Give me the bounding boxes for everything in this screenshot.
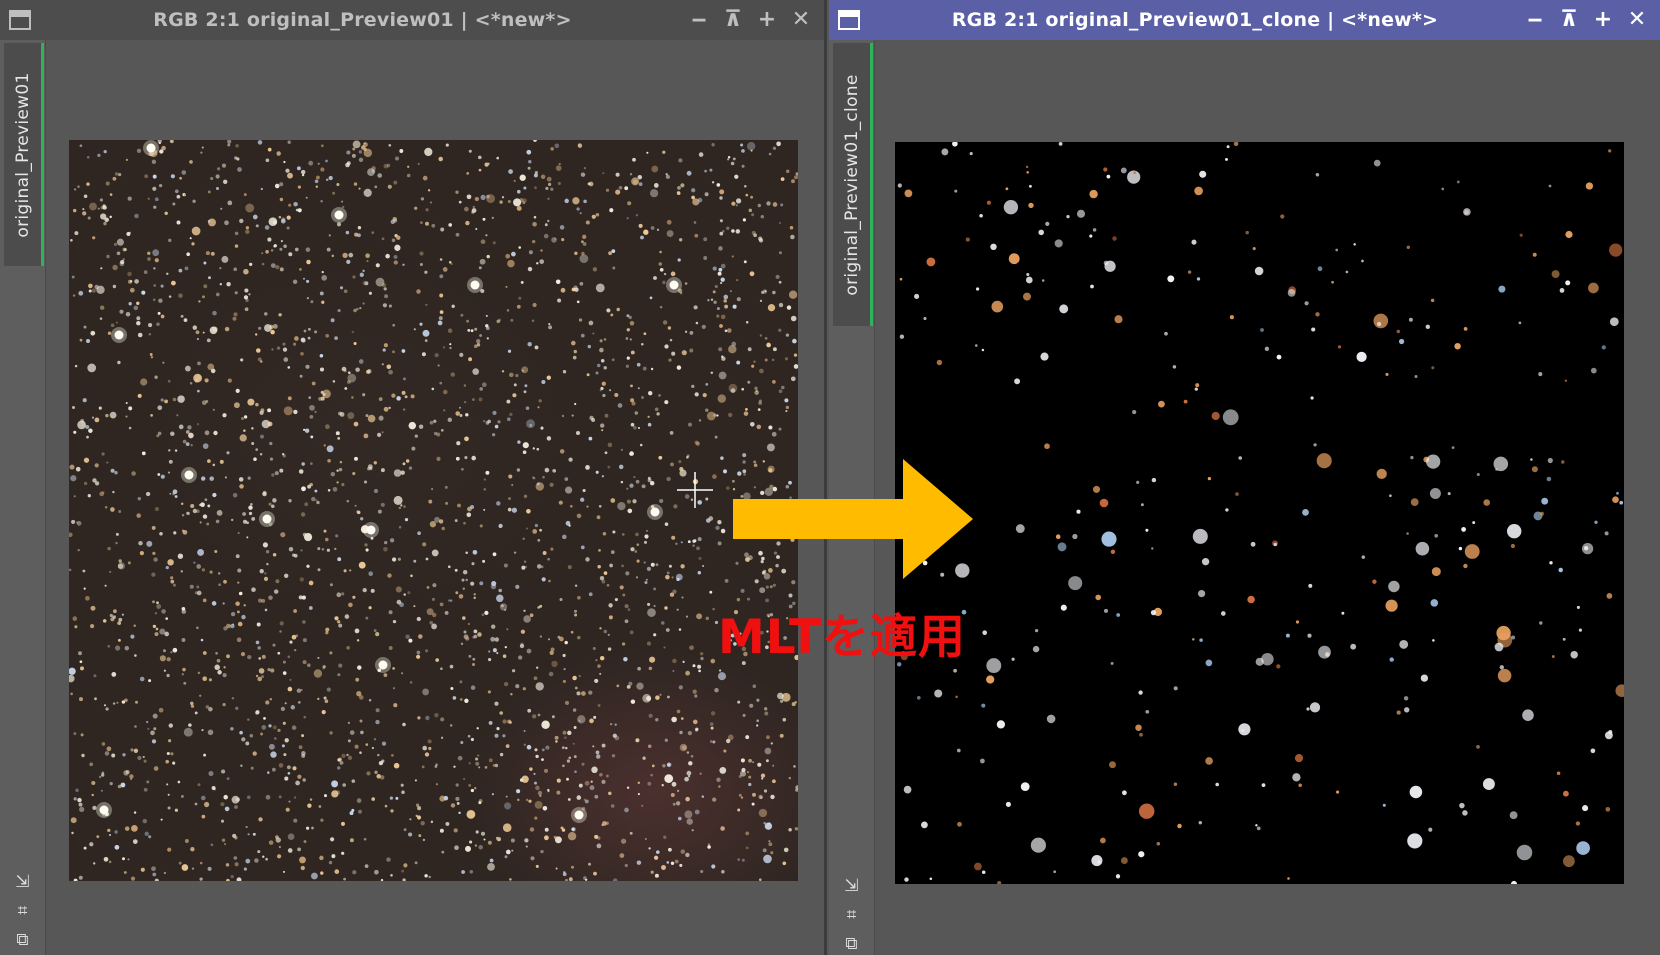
shade-button[interactable]: ⊼ (1554, 5, 1584, 35)
image-viewport-original[interactable] (69, 140, 798, 881)
arrow-right-icon (733, 459, 973, 579)
star-field-image (69, 140, 798, 881)
close-button[interactable]: ✕ (1622, 5, 1652, 35)
fit-view-icon[interactable]: ⇲ (15, 874, 29, 891)
shade-button[interactable]: ⊼ (718, 5, 748, 35)
minimize-button[interactable]: ‒ (1520, 5, 1550, 35)
window-titlebar[interactable]: RGB 2:1 original_Preview01 | <*new*> ‒ ⊼… (0, 0, 824, 40)
view-tab-label: original_Preview01_clone (841, 73, 862, 296)
zoom-frame-icon[interactable]: ⌗ (847, 907, 857, 924)
window-title: RGB 2:1 original_Preview01 | <*new*> (153, 9, 572, 31)
window-title: RGB 2:1 original_Preview01_clone | <*new… (951, 9, 1439, 31)
image-viewport-clone[interactable] (895, 142, 1624, 884)
maximize-button[interactable]: + (752, 5, 782, 35)
crosshair-cursor-icon (677, 472, 713, 508)
annotation-label: MLTを適用 (718, 610, 966, 665)
clone-view-icon[interactable]: ⧉ (845, 936, 857, 953)
minimize-button[interactable]: ‒ (684, 5, 714, 35)
window-icon[interactable] (838, 10, 860, 30)
star-field-image-mlt (896, 142, 1624, 884)
window-titlebar-active[interactable]: RGB 2:1 original_Preview01_clone | <*new… (829, 0, 1660, 40)
close-button[interactable]: ✕ (786, 5, 816, 35)
window-icon[interactable] (9, 10, 31, 30)
clone-view-icon[interactable]: ⧉ (16, 932, 28, 949)
maximize-button[interactable]: + (1588, 5, 1618, 35)
view-tab-label: original_Preview01 (12, 71, 33, 238)
zoom-frame-icon[interactable]: ⌗ (18, 903, 28, 920)
view-tab-original-preview[interactable]: original_Preview01 (4, 43, 44, 266)
view-tab-clone-preview[interactable]: original_Preview01_clone (833, 43, 873, 326)
view-sidebar: original_Preview01 ⇲ ⌗ ⧉ (0, 40, 46, 955)
fit-view-icon[interactable]: ⇲ (844, 878, 858, 895)
